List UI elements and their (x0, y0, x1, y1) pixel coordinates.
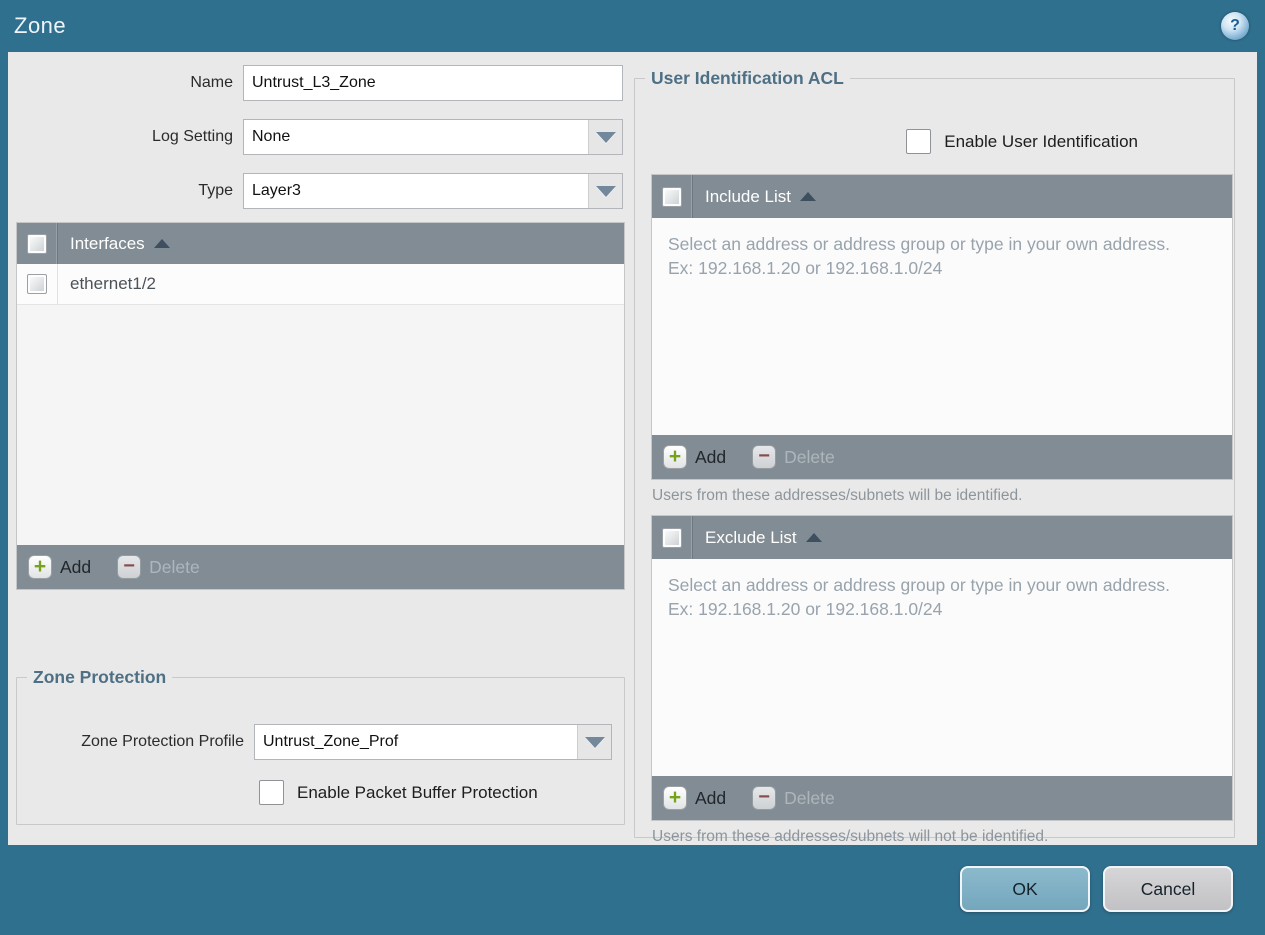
zone-protection-profile-row: Zone Protection Profile Untrust_Zone_Pro… (29, 724, 612, 760)
minus-icon: − (752, 785, 777, 810)
minus-icon: − (752, 444, 777, 469)
cancel-button[interactable]: Cancel (1103, 866, 1233, 912)
zone-dialog: Zone ? Name Log Setting None Type Layer3 (0, 0, 1265, 935)
chevron-down-icon (584, 736, 605, 748)
type-dropdown-button[interactable] (588, 174, 622, 208)
interfaces-header-checkbox-cell (17, 223, 58, 264)
exclude-list-header[interactable]: Exclude List (652, 516, 1232, 559)
minus-glyph: − (758, 444, 770, 467)
table-row[interactable]: ethernet1/2 (17, 264, 624, 305)
minus-glyph: − (758, 785, 770, 808)
packet-buffer-checkbox[interactable] (259, 780, 284, 805)
packet-buffer-label: Enable Packet Buffer Protection (297, 782, 538, 802)
plus-icon: + (663, 786, 687, 810)
plus-glyph: + (668, 785, 682, 809)
include-list-body[interactable]: Select an address or address group or ty… (652, 218, 1232, 435)
include-list-footer: + Add − Delete (652, 435, 1232, 479)
exclude-list-table: Exclude List Select an address or addres… (651, 515, 1233, 821)
include-list-caption: Users from these addresses/subnets will … (652, 487, 1023, 504)
exclude-list-body[interactable]: Select an address or address group or ty… (652, 559, 1232, 776)
enable-user-id-row: Enable User Identification (906, 129, 1138, 154)
sort-ascending-icon (805, 533, 822, 542)
zone-protection-section: Zone Protection Zone Protection Profile … (16, 667, 625, 825)
enable-user-id-label: Enable User Identification (944, 131, 1138, 151)
name-input[interactable] (243, 65, 623, 101)
include-list-table: Include List Select an address or addres… (651, 174, 1233, 480)
dialog-content: Name Log Setting None Type Layer3 Interf… (8, 52, 1257, 845)
include-select-all-checkbox[interactable] (662, 186, 682, 207)
include-list-placeholder: Select an address or address group or ty… (668, 234, 1170, 279)
dialog-footer: OK Cancel (0, 845, 1265, 935)
enable-user-id-checkbox[interactable] (906, 129, 932, 154)
interfaces-table: Interfaces ethernet1/2 + Add − Delete (16, 222, 625, 590)
log-setting-label: Log Setting (152, 128, 233, 145)
sort-ascending-icon (153, 239, 170, 248)
exclude-add-button[interactable]: + Add (663, 786, 726, 810)
exclude-list-title: Exclude List (705, 527, 797, 547)
ok-button[interactable]: OK (960, 866, 1090, 912)
type-label: Type (198, 182, 233, 199)
zone-protection-profile-dropdown-button[interactable] (577, 725, 611, 759)
add-label: Add (695, 446, 727, 467)
interfaces-column-title: Interfaces (70, 233, 145, 253)
help-icon[interactable]: ? (1221, 12, 1249, 40)
exclude-list-footer: + Add − Delete (652, 776, 1232, 820)
interfaces-table-footer: + Add − Delete (17, 545, 624, 589)
zone-protection-legend: Zone Protection (33, 667, 167, 687)
exclude-list-caption: Users from these addresses/subnets will … (652, 828, 1049, 845)
include-header-checkbox-cell (652, 175, 693, 218)
exclude-delete-button[interactable]: − Delete (752, 786, 835, 810)
zone-protection-profile-label: Zone Protection Profile (81, 733, 244, 750)
dialog-title: Zone (14, 13, 67, 38)
include-add-button[interactable]: + Add (663, 445, 726, 469)
minus-icon: − (117, 554, 142, 579)
plus-glyph: + (668, 444, 682, 468)
include-list-header[interactable]: Include List (652, 175, 1232, 218)
delete-label: Delete (149, 556, 200, 577)
delete-label: Delete (784, 787, 835, 808)
zone-protection-profile-dropdown[interactable]: Untrust_Zone_Prof (254, 724, 612, 760)
delete-label: Delete (784, 446, 835, 467)
type-dropdown[interactable]: Layer3 (243, 173, 623, 209)
chevron-down-icon (595, 131, 616, 143)
log-setting-dropdown-button[interactable] (588, 120, 622, 154)
sort-ascending-icon (800, 192, 816, 201)
log-setting-value: None (244, 120, 588, 154)
include-list-title: Include List (705, 186, 791, 206)
minus-glyph: − (123, 554, 135, 577)
log-setting-row: Log Setting None (15, 119, 623, 155)
packet-buffer-row: Enable Packet Buffer Protection (259, 780, 538, 805)
interface-name: ethernet1/2 (70, 274, 157, 293)
exclude-select-all-checkbox[interactable] (662, 527, 682, 548)
plus-icon: + (663, 445, 687, 469)
user-id-acl-legend: User Identification ACL (651, 68, 844, 88)
dialog-titlebar: Zone ? (0, 0, 1265, 52)
include-delete-button[interactable]: − Delete (752, 445, 835, 469)
name-row: Name (15, 65, 623, 101)
exclude-list-placeholder: Select an address or address group or ty… (668, 575, 1170, 620)
add-label: Add (695, 787, 727, 808)
plus-glyph: + (33, 554, 47, 578)
question-mark-glyph: ? (1230, 17, 1240, 34)
log-setting-dropdown[interactable]: None (243, 119, 623, 155)
exclude-header-checkbox-cell (652, 516, 693, 559)
interfaces-table-header[interactable]: Interfaces (17, 223, 624, 264)
type-row: Type Layer3 (15, 173, 623, 209)
chevron-down-icon (595, 185, 616, 197)
delete-interface-button[interactable]: − Delete (117, 555, 200, 579)
name-label: Name (190, 74, 233, 91)
select-all-checkbox[interactable] (27, 233, 47, 254)
add-interface-button[interactable]: + Add (28, 555, 91, 579)
zone-protection-profile-value: Untrust_Zone_Prof (255, 725, 577, 759)
plus-icon: + (28, 555, 52, 579)
row-checkbox-cell (17, 264, 58, 304)
type-value: Layer3 (244, 174, 588, 208)
row-checkbox[interactable] (27, 274, 47, 294)
add-label: Add (60, 556, 92, 577)
interfaces-table-body: ethernet1/2 (17, 264, 624, 545)
user-id-acl-section: User Identification ACL Enable User Iden… (634, 68, 1235, 845)
